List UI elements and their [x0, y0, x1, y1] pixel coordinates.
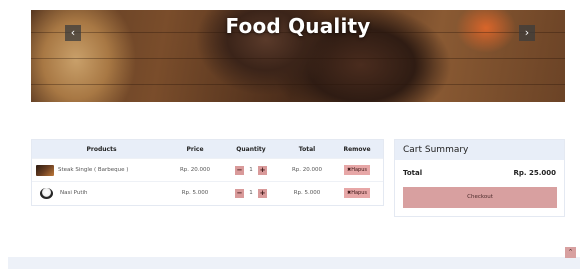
remove-button[interactable]: ✖Hapus: [344, 188, 370, 198]
carousel-prev-button[interactable]: ‹: [65, 25, 81, 41]
steak-image: [36, 164, 54, 176]
table-header: Products Price Quantity Total Remove: [32, 140, 383, 158]
hero-title: Food Quality: [225, 14, 371, 38]
table-row: Steak Single ( Barbeque ) Rp. 20.000 − 1…: [32, 158, 383, 181]
hero-banner: Food Quality ‹ ›: [31, 10, 565, 102]
scroll-to-top-button[interactable]: ⌃: [565, 247, 576, 258]
cart-page: Food Quality ‹ › Products Price Quantity…: [0, 0, 580, 269]
quantity-stepper: − 1 +: [219, 188, 283, 198]
checkout-button[interactable]: Checkout: [403, 187, 557, 208]
cart-summary: Cart Summary Total Rp. 25.000 Checkout: [394, 139, 565, 217]
quantity-value[interactable]: 1: [244, 167, 258, 173]
header-quantity: Quantity: [236, 145, 266, 153]
header-price: Price: [186, 145, 204, 153]
quantity-increase-button[interactable]: +: [258, 188, 267, 198]
quantity-decrease-button[interactable]: −: [235, 188, 244, 198]
table-row: Nasi Putih Rp. 5.000 − 1 + Rp. 5.000 ✖Ha…: [32, 181, 383, 204]
cart-summary-title: Cart Summary: [395, 140, 564, 160]
header-remove: Remove: [343, 145, 371, 153]
product-total: Rp. 5.000: [293, 190, 321, 196]
product-price: Rp. 5.000: [181, 190, 209, 196]
quantity-decrease-button[interactable]: −: [235, 165, 244, 175]
product-name: Steak Single ( Barbeque ): [58, 167, 129, 173]
product-price: Rp. 20.000: [179, 167, 211, 173]
total-value: Rp. 25.000: [513, 169, 556, 177]
remove-button[interactable]: ✖Hapus: [344, 165, 370, 175]
cart-products-table: Products Price Quantity Total Remove Ste…: [31, 139, 384, 206]
quantity-value[interactable]: 1: [244, 190, 258, 196]
header-products: Products: [86, 145, 117, 153]
product-total: Rp. 20.000: [291, 167, 323, 173]
product-name: Nasi Putih: [60, 190, 88, 196]
rice-bowl-image: [40, 187, 53, 199]
footer-band: [8, 257, 580, 269]
carousel-next-button[interactable]: ›: [519, 25, 535, 41]
quantity-increase-button[interactable]: +: [258, 165, 267, 175]
cart-total-row: Total Rp. 25.000: [395, 169, 564, 177]
total-label: Total: [403, 169, 423, 177]
header-total: Total: [298, 145, 316, 153]
quantity-stepper: − 1 +: [219, 165, 283, 175]
